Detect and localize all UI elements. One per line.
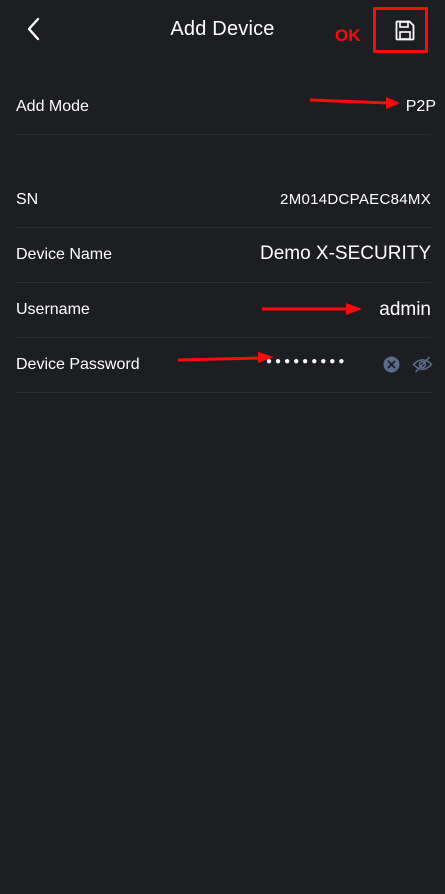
annotation-arrow-icon [310, 97, 400, 109]
annotation-arrow-icon [178, 352, 274, 363]
device-name-row[interactable]: Device Name Demo X-SECURITY [16, 227, 431, 283]
sn-value: 2M014DCPAEC84MX [280, 191, 431, 208]
ok-annotation-label: OK [335, 26, 361, 45]
eye-hidden-icon[interactable] [412, 356, 433, 373]
device-password-row[interactable]: Device Password ●●●●●●●●● [16, 337, 433, 393]
username-input[interactable]: admin [379, 299, 431, 321]
username-row[interactable]: Username admin [16, 282, 431, 338]
device-name-label: Device Name [16, 246, 113, 263]
add-mode-row[interactable]: Add Mode P2P [16, 80, 436, 135]
sn-label: SN [16, 191, 39, 208]
sn-row: SN 2M014DCPAEC84MX [16, 172, 431, 228]
app-header: Add Device OK [0, 0, 445, 62]
floppy-disk-icon [395, 20, 415, 41]
add-mode-label: Add Mode [16, 98, 89, 115]
device-password-label: Device Password [16, 356, 140, 373]
add-device-screen: Add Device OK Add Mode P2P SN 2M014DCPAE… [0, 0, 445, 894]
annotation-arrow-icon [262, 303, 362, 315]
save-button[interactable] [373, 7, 428, 53]
device-name-input[interactable]: Demo X-SECURITY [260, 243, 431, 265]
clear-circle-icon[interactable] [383, 356, 400, 373]
add-mode-value: P2P [405, 98, 436, 115]
username-label: Username [16, 301, 90, 318]
device-password-input[interactable]: ●●●●●●●●● [266, 356, 347, 367]
